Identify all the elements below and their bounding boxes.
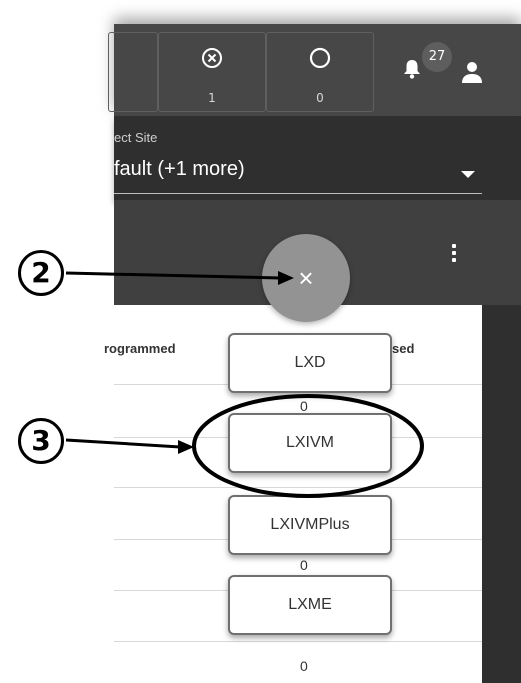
close-fab-button[interactable]: × [262,234,350,322]
site-selector-label: ect Site [114,130,158,145]
chevron-down-icon[interactable] [461,166,475,184]
circle-x-icon [159,47,265,74]
error-status-button[interactable]: 1 [158,32,266,112]
header-status-button-partial[interactable] [108,32,158,112]
table-cell: 0 [300,658,308,674]
site-selector-underline [114,193,482,194]
row-divider [114,641,482,642]
row-divider [114,487,482,488]
site-selector-value[interactable]: fault (+1 more) [114,158,245,181]
more-options-icon[interactable] [449,244,459,266]
notification-count-badge: 27 [422,42,452,72]
idle-status-button[interactable]: 0 [266,32,374,112]
menu-option-lxme[interactable]: LXME [228,575,392,635]
callout-number-3: 3 [18,418,64,464]
bell-icon[interactable] [402,58,422,85]
user-icon[interactable] [460,60,484,89]
column-header-programmed[interactable]: rogrammed [104,341,176,356]
circle-icon [267,47,373,74]
column-header-used[interactable]: sed [392,341,414,356]
menu-option-lxivmplus[interactable]: LXIVMPlus [228,495,392,555]
menu-option-lxivm[interactable]: LXIVM [228,413,392,473]
callout-number-2: 2 [18,250,64,296]
table-cell: 0 [300,557,308,573]
table-cell: 0 [300,398,308,414]
page-edge [482,305,521,683]
idle-count: 0 [316,91,324,105]
error-count: 1 [208,91,216,105]
menu-option-lxd[interactable]: LXD [228,333,392,393]
